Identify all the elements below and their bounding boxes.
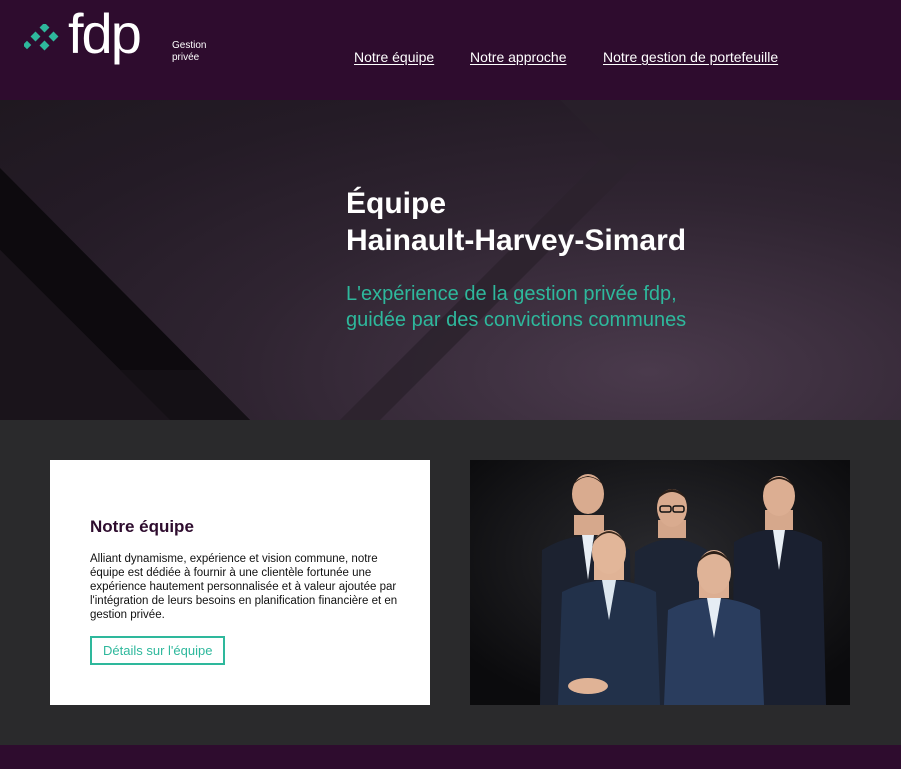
footer-bar	[0, 745, 901, 769]
logo-subtitle-line1: Gestion	[172, 40, 207, 51]
site-header: fdp Gestion privée Notre équipe Notre ap…	[0, 0, 901, 100]
hero-title-line2: Hainault-Harvey-Simard	[346, 224, 687, 257]
logo-wordmark: fdp	[68, 2, 142, 65]
hero-subtitle-line2: guidée par des convictions communes	[346, 309, 687, 331]
team-card: Notre équipe Alliant dynamisme, expérien…	[50, 460, 430, 705]
hero-title-line1: Équipe	[346, 187, 447, 220]
logo-subtitle: Gestion privée	[172, 40, 206, 64]
team-details-button[interactable]: Détails sur l'équipe	[90, 636, 226, 665]
hero-background-shapes	[0, 100, 901, 420]
logo-subtitle-line2: privée	[172, 52, 200, 63]
fdp-logo[interactable]: fdp Gestion privée	[24, 6, 224, 82]
hero-subtitle: L'expérience de la gestion privée fdp, g…	[346, 281, 686, 333]
hero-banner: Équipe Hainault-Harvey-Simard L'expérien…	[0, 100, 901, 420]
team-card-text: Alliant dynamisme, expérience et vision …	[90, 553, 398, 621]
team-section: Notre équipe Alliant dynamisme, expérien…	[0, 420, 901, 745]
team-photo	[470, 460, 850, 705]
hero-subtitle-line1: L'expérience de la gestion privée fdp,	[346, 283, 677, 305]
nav-link-notre-equipe[interactable]: Notre équipe	[354, 49, 434, 65]
nav-link-notre-approche[interactable]: Notre approche	[470, 49, 567, 65]
hero-title: Équipe Hainault-Harvey-Simard	[346, 185, 686, 259]
diamond-logo-icon	[24, 24, 59, 51]
nav-link-gestion-portefeuille[interactable]: Notre gestion de portefeuille	[603, 49, 778, 65]
team-card-title: Notre équipe	[90, 517, 194, 536]
team-photo-image	[470, 460, 850, 705]
